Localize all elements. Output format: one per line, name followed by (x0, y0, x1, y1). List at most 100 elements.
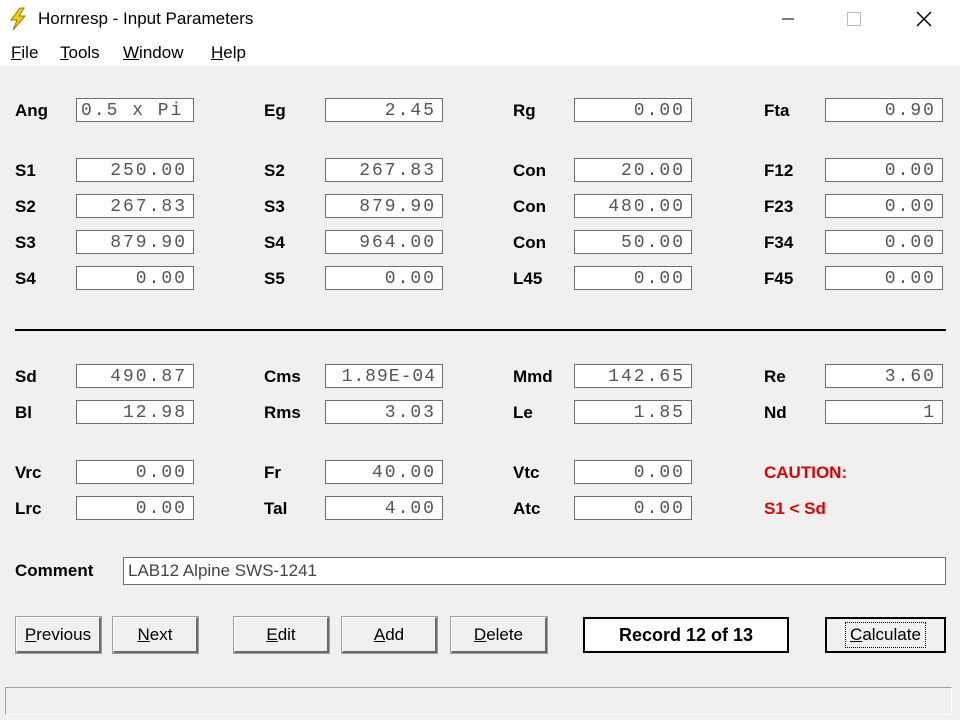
label-con-3: Con (513, 233, 547, 252)
label-s2-left: S2 (15, 197, 36, 216)
field-s3[interactable]: 879.90 (325, 194, 443, 218)
label-s3: S3 (264, 197, 285, 216)
field-vtc[interactable]: 0.00 (574, 460, 692, 484)
add-mnemonic: A (373, 624, 386, 644)
edit-label: dit (277, 624, 296, 644)
calculate-mnemonic: C (850, 625, 863, 644)
maximize-button[interactable] (824, 0, 884, 38)
field-s4-left[interactable]: 0.00 (76, 266, 194, 290)
label-f12: F12 (764, 161, 794, 180)
label-l45: L45 (513, 269, 543, 288)
field-lrc[interactable]: 0.00 (76, 496, 194, 520)
menu-window[interactable]: Window (123, 43, 183, 63)
caution-title: CAUTION: (764, 463, 848, 482)
label-s1: S1 (15, 161, 36, 180)
field-con-2[interactable]: 480.00 (574, 194, 692, 218)
field-con-1[interactable]: 20.00 (574, 158, 692, 182)
next-button[interactable]: Next (112, 616, 199, 654)
label-vtc: Vtc (513, 463, 540, 482)
label-sd: Sd (15, 367, 37, 386)
record-indicator: Record 12 of 13 (583, 617, 789, 653)
label-con-2: Con (513, 197, 547, 216)
field-mmd[interactable]: 142.65 (574, 364, 692, 388)
menu-window-label: indow (139, 43, 184, 62)
caution-message: S1 < Sd (764, 499, 826, 518)
next-label: ext (149, 624, 173, 644)
field-rms[interactable]: 3.03 (325, 400, 443, 424)
window-title: Hornresp - Input Parameters (38, 9, 254, 28)
field-s5[interactable]: 0.00 (325, 266, 443, 290)
field-f12[interactable]: 0.00 (825, 158, 943, 182)
calculate-label: alculate (862, 625, 921, 644)
edit-mnemonic: E (266, 624, 278, 644)
field-f45[interactable]: 0.00 (825, 266, 943, 290)
label-f34: F34 (764, 233, 794, 252)
field-rg[interactable]: 0.00 (574, 98, 692, 122)
previous-label: revious (36, 624, 92, 644)
field-atc[interactable]: 0.00 (574, 496, 692, 520)
label-nd: Nd (764, 403, 787, 422)
maximize-icon (847, 12, 861, 26)
field-cms[interactable]: 1.89E-04 (325, 364, 443, 388)
label-ang: Ang (15, 101, 49, 120)
calculate-focus: Calculate (845, 622, 926, 648)
edit-button[interactable]: Edit (233, 616, 330, 654)
field-f23[interactable]: 0.00 (825, 194, 943, 218)
field-s2[interactable]: 267.83 (325, 158, 443, 182)
field-tal[interactable]: 4.00 (325, 496, 443, 520)
minimize-button[interactable] (758, 0, 818, 38)
field-fta[interactable]: 0.90 (825, 98, 943, 122)
field-s3-left[interactable]: 879.90 (76, 230, 194, 254)
menu-file[interactable]: File (11, 43, 38, 63)
field-nd[interactable]: 1 (825, 400, 943, 424)
label-eg: Eg (264, 101, 286, 120)
delete-button[interactable]: Delete (450, 616, 548, 654)
label-le: Le (513, 403, 533, 422)
menu-help[interactable]: Help (211, 43, 246, 63)
delete-label: elete (486, 624, 524, 644)
label-rg: Rg (513, 101, 536, 120)
menu-window-mnemonic: W (123, 43, 140, 62)
menu-tools[interactable]: Tools (60, 43, 100, 63)
close-button[interactable] (894, 0, 954, 38)
field-s2-left[interactable]: 267.83 (76, 194, 194, 218)
field-ang[interactable]: 0.5 x Pi (76, 98, 194, 122)
label-fta: Fta (764, 101, 790, 120)
add-button[interactable]: Add (341, 616, 438, 654)
menu-tools-label: ools (68, 43, 100, 62)
lightning-bolt-icon (10, 7, 27, 31)
menu-file-label: ile (21, 43, 39, 62)
field-l45[interactable]: 0.00 (574, 266, 692, 290)
field-f34[interactable]: 0.00 (825, 230, 943, 254)
field-s1[interactable]: 250.00 (76, 158, 194, 182)
label-rms: Rms (264, 403, 301, 422)
menu-bar: File Tools Window Help (0, 38, 960, 66)
title-bar: Hornresp - Input Parameters (0, 0, 960, 38)
label-s4-left: S4 (15, 269, 36, 288)
label-s5: S5 (264, 269, 285, 288)
menu-tools-mnemonic: T (60, 43, 69, 62)
field-con-3[interactable]: 50.00 (574, 230, 692, 254)
field-bl[interactable]: 12.98 (76, 400, 194, 424)
label-tal: Tal (264, 499, 288, 518)
calculate-button[interactable]: Calculate (825, 617, 946, 653)
label-f45: F45 (764, 269, 794, 288)
delete-mnemonic: D (473, 624, 487, 644)
label-bl: Bl (15, 403, 32, 422)
field-eg[interactable]: 2.45 (325, 98, 443, 122)
field-sd[interactable]: 490.87 (76, 364, 194, 388)
field-s4[interactable]: 964.00 (325, 230, 443, 254)
label-lrc: Lrc (15, 499, 42, 518)
add-label: dd (385, 624, 405, 644)
field-re[interactable]: 3.60 (825, 364, 943, 388)
field-vrc[interactable]: 0.00 (76, 460, 194, 484)
label-f23: F23 (764, 197, 794, 216)
previous-button[interactable]: Previous (15, 616, 102, 654)
label-comment: Comment (15, 561, 94, 580)
label-con-1: Con (513, 161, 547, 180)
field-le[interactable]: 1.85 (574, 400, 692, 424)
comment-field[interactable]: LAB12 Alpine SWS-1241 (123, 557, 946, 585)
label-mmd: Mmd (513, 367, 553, 386)
previous-mnemonic: P (24, 624, 37, 644)
field-fr[interactable]: 40.00 (325, 460, 443, 484)
